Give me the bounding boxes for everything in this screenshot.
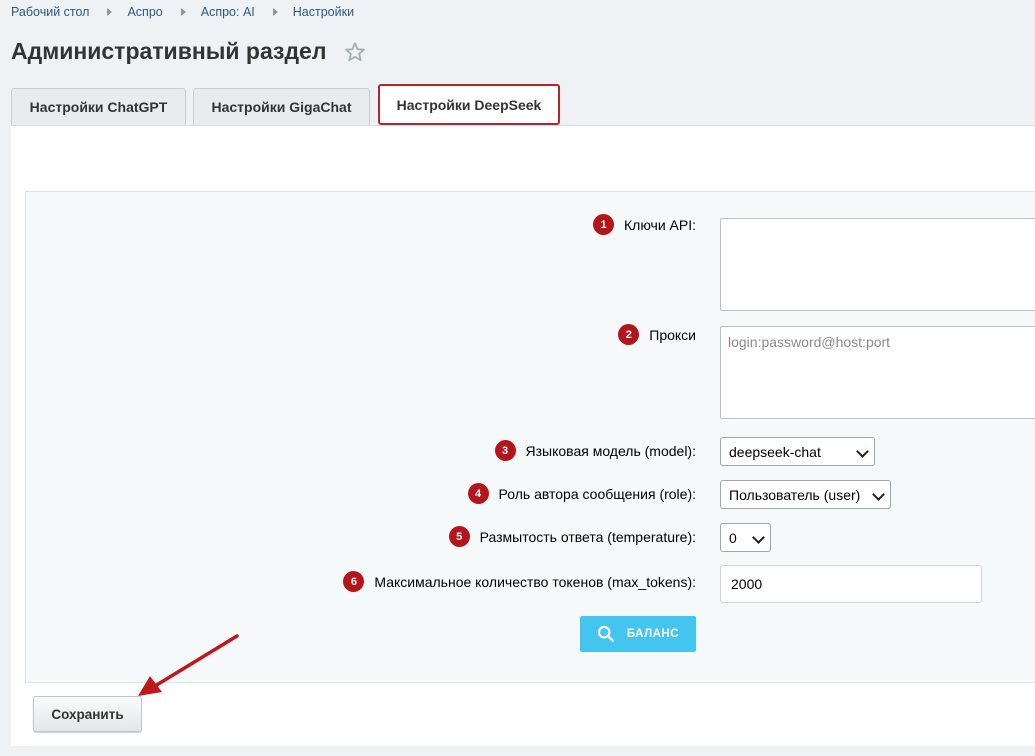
role-select[interactable]: Пользователь (user)	[720, 480, 891, 509]
step-badge: 2	[618, 324, 640, 345]
breadcrumb-separator-icon	[107, 8, 113, 16]
proxy-label: Прокси	[649, 326, 696, 343]
balance-button-label: БАЛАНС	[626, 628, 680, 640]
chevron-down-icon	[752, 531, 765, 544]
breadcrumb-separator-icon	[180, 8, 186, 16]
search-icon	[597, 625, 614, 642]
temperature-select-value: 0	[729, 529, 737, 546]
step-badge: 5	[448, 526, 470, 547]
api-keys-label: Ключи API:	[624, 216, 696, 233]
proxy-field[interactable]	[720, 326, 1035, 419]
tab-chatgpt[interactable]: Настройки ChatGPT	[11, 88, 186, 125]
max-tokens-input[interactable]: 2000	[720, 565, 982, 603]
model-label: Языковая модель (model):	[525, 442, 697, 459]
proxy-row-label: 2 Прокси	[618, 324, 696, 345]
api-keys-row-label: 1 Ключи API:	[593, 214, 696, 235]
title-row: Административный раздел	[11, 38, 366, 65]
role-label: Роль автора сообщения (role):	[498, 485, 696, 502]
role-row-label: 4 Роль автора сообщения (role):	[467, 483, 696, 504]
breadcrumb: Рабочий стол Аспро Аспро: AI Настройки	[11, 5, 354, 19]
breadcrumb-settings[interactable]: Настройки	[293, 5, 354, 19]
api-keys-field[interactable]	[720, 218, 1035, 311]
max-tokens-label: Максимальное количество токенов (max_tok…	[374, 573, 696, 590]
max-tokens-row-label: 6 Максимальное количество токенов (max_t…	[343, 571, 696, 592]
role-select-value: Пользователь (user)	[729, 486, 861, 503]
tab-deepseek[interactable]: Настройки DeepSeek	[378, 84, 560, 125]
temperature-select[interactable]: 0	[720, 523, 771, 552]
breadcrumb-separator-icon	[272, 8, 278, 16]
chevron-down-icon	[856, 445, 869, 458]
model-select[interactable]: deepseek-chat	[720, 437, 875, 466]
step-badge: 1	[593, 214, 615, 235]
chevron-down-icon	[872, 488, 885, 501]
model-row-label: 3 Языковая модель (model):	[494, 440, 697, 461]
step-badge: 4	[467, 483, 489, 504]
step-badge: 6	[343, 571, 365, 592]
breadcrumb-aspro[interactable]: Аспро	[127, 5, 162, 19]
star-icon[interactable]	[344, 41, 366, 63]
tab-gigachat[interactable]: Настройки GigaChat	[193, 88, 370, 125]
breadcrumb-aspro-ai[interactable]: Аспро: AI	[201, 5, 255, 19]
settings-form: 1 Ключи API: 2 Прокси 3 Языковая модель …	[25, 191, 1035, 683]
temperature-row-label: 5 Размытость ответа (temperature):	[448, 526, 696, 547]
temperature-label: Размытость ответа (temperature):	[479, 528, 696, 545]
model-select-value: deepseek-chat	[729, 443, 821, 460]
arrow-icon	[138, 634, 239, 696]
max-tokens-value: 2000	[731, 576, 763, 592]
breadcrumb-desktop[interactable]: Рабочий стол	[11, 5, 89, 19]
page-title: Административный раздел	[11, 38, 327, 64]
save-button[interactable]: Сохранить	[33, 696, 142, 732]
step-badge: 3	[494, 440, 516, 461]
balance-button[interactable]: БАЛАНС	[580, 616, 696, 652]
